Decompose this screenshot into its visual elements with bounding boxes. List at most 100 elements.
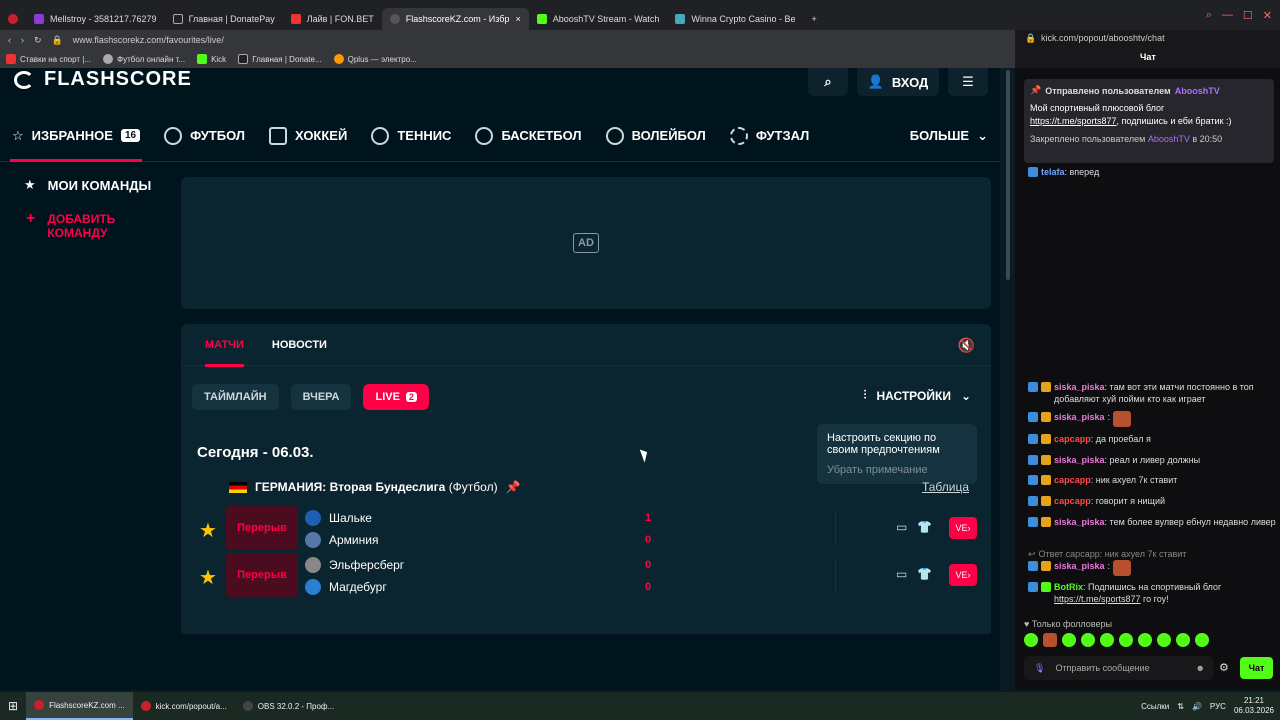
- close-icon[interactable]: ✕: [1263, 9, 1272, 22]
- filter-yesterday[interactable]: ВЧЕРА: [290, 384, 352, 410]
- emote-icon[interactable]: [1043, 633, 1057, 647]
- menu-button[interactable]: ☰: [948, 68, 988, 96]
- flashscore-logo[interactable]: FLASHSCORE: [14, 68, 192, 91]
- emote-icon[interactable]: [1062, 633, 1076, 647]
- browser-tabbar: Mellstroy - 3581217.76279 Главная | Dona…: [0, 0, 1280, 30]
- close-tab-icon[interactable]: ×: [515, 14, 520, 24]
- match-row[interactable]: ★ Перерыв Эльферсберг Магдебург 0 0 ▭ 👕 V…: [181, 553, 991, 599]
- nav-favorites[interactable]: ☆ ИЗБРАННОЕ 16: [0, 110, 152, 162]
- tab-mellstroy[interactable]: Mellstroy - 3581217.76279: [26, 8, 165, 30]
- page-scrollbar[interactable]: [1003, 68, 1013, 690]
- emoji-icon[interactable]: ☻: [1196, 663, 1213, 673]
- botrix-link[interactable]: https://t.me/sports877: [1054, 594, 1141, 604]
- start-button[interactable]: ⊞: [0, 692, 26, 720]
- pinned-link[interactable]: https://t.me/sports877: [1030, 116, 1117, 126]
- emote-icon[interactable]: [1195, 633, 1209, 647]
- search-button[interactable]: ⌕: [808, 68, 848, 96]
- home-team: Шальке: [305, 508, 372, 528]
- bookmark-fonbet[interactable]: Ставки на спорт |...: [6, 54, 91, 64]
- nav-tennis[interactable]: ТЕННИС: [359, 110, 463, 162]
- lineup-shirt-icon[interactable]: 👕: [917, 567, 932, 581]
- send-chat-button[interactable]: Чат: [1240, 657, 1273, 679]
- tab-matches[interactable]: МАТЧИ: [205, 324, 244, 367]
- standings-link[interactable]: Таблица: [922, 480, 969, 494]
- emote-icon[interactable]: [1138, 633, 1152, 647]
- emote-icon[interactable]: [1024, 633, 1038, 647]
- fonbet-icon: [6, 54, 16, 64]
- mute-sound-icon[interactable]: 🔇: [958, 337, 975, 354]
- emote-icon[interactable]: [1176, 633, 1190, 647]
- scrollbar-thumb[interactable]: [1006, 70, 1010, 280]
- taskbar-flashscore[interactable]: FlashscoreKZ.com ...: [26, 692, 133, 720]
- chat-input[interactable]: 🎙 Отправить сообщение ☻: [1024, 656, 1213, 680]
- qplus-icon: [333, 54, 344, 64]
- new-tab-button[interactable]: +: [803, 8, 824, 30]
- add-team-button[interactable]: + ДОБАВИТЬ КОМАНДУ: [0, 210, 175, 241]
- gear-icon[interactable]: ⚙: [1219, 661, 1229, 674]
- lineup-shirt-icon[interactable]: 👕: [917, 520, 932, 534]
- plus-icon: +: [26, 210, 36, 227]
- ad-banner[interactable]: AD: [181, 177, 991, 309]
- donatepay-icon: [172, 14, 183, 24]
- microphone-icon[interactable]: 🎙: [1034, 663, 1045, 674]
- tab-aboosh[interactable]: AbooshTV Stream - Watch: [529, 8, 668, 30]
- tv-icon[interactable]: ▭: [896, 567, 907, 581]
- home-team: Эльферсберг: [305, 555, 404, 575]
- emote-icon[interactable]: [1157, 633, 1171, 647]
- network-icon[interactable]: ⇅: [1177, 702, 1184, 711]
- favorite-star-icon[interactable]: ★: [199, 565, 217, 590]
- pin-icon[interactable]: 📌: [506, 480, 521, 494]
- favorite-star-icon[interactable]: ★: [199, 518, 217, 543]
- tab-fonbet[interactable]: Лайв | FON.BET: [283, 8, 382, 30]
- chat-message: siska_piska: реал и ливер должны: [1028, 454, 1276, 466]
- bookmark-football[interactable]: Футбол онлайн т...: [103, 54, 185, 64]
- minimize-icon[interactable]: —: [1222, 9, 1233, 22]
- emote-icon[interactable]: [1119, 633, 1133, 647]
- bookmark-kick[interactable]: Kick: [197, 54, 226, 64]
- settings-button[interactable]: ⫶ НАСТРОЙКИ ⌄: [863, 388, 971, 403]
- filter-timeline[interactable]: ТАЙМЛАЙН: [192, 384, 279, 410]
- browser-menu-button[interactable]: [0, 8, 26, 30]
- nav-hockey[interactable]: ХОККЕЙ: [257, 110, 359, 162]
- clock[interactable]: 21:21 06.03.2026: [1234, 696, 1274, 716]
- search-tabs-icon[interactable]: ⌕: [1206, 9, 1212, 22]
- tab-donatepay[interactable]: Главная | DonatePay: [165, 8, 283, 30]
- nav-basketball[interactable]: БАСКЕТБОЛ: [463, 110, 593, 162]
- league-header[interactable]: ГЕРМАНИЯ: Вторая Бундеслига (Футбол) 📌 Т…: [181, 474, 991, 500]
- language-indicator[interactable]: РУС: [1210, 702, 1226, 711]
- bookmark-qplus[interactable]: Qplus — электро...: [333, 54, 417, 64]
- bookmark-donatepay[interactable]: Главная | Donate...: [238, 54, 322, 64]
- nav-more[interactable]: БОЛЬШЕ ⌄: [898, 110, 1000, 162]
- back-icon[interactable]: ‹: [8, 35, 11, 45]
- crown-badge-icon: [1041, 382, 1051, 392]
- nav-futsal[interactable]: ФУТЗАЛ: [718, 110, 821, 162]
- maximize-icon[interactable]: ☐: [1243, 9, 1253, 22]
- magdeburg-crest-icon: [305, 579, 321, 595]
- bot-badge-icon: [1041, 582, 1051, 592]
- chat-url[interactable]: kick.com/popout/abooshtv/chat: [1041, 33, 1165, 43]
- volume-icon[interactable]: 🔊: [1192, 702, 1202, 711]
- links-toolbar[interactable]: Ссылки: [1141, 702, 1169, 711]
- tab-news[interactable]: НОВОСТИ: [272, 324, 327, 366]
- logo-icon: [14, 70, 34, 89]
- tv-icon[interactable]: ▭: [896, 520, 907, 534]
- live-button[interactable]: VE ›: [949, 517, 977, 539]
- taskbar-obs[interactable]: OBS 32.0.2 - Проф...: [235, 692, 342, 720]
- match-row[interactable]: ★ Перерыв Шальке Арминия 1 0 ▭ 👕 VE ›: [181, 506, 991, 552]
- nav-football[interactable]: ФУТБОЛ: [152, 110, 257, 162]
- reload-icon[interactable]: ↻: [34, 35, 42, 46]
- url-field[interactable]: www.flashscorekz.com/favourites/live/: [73, 35, 224, 45]
- emote-icon[interactable]: [1100, 633, 1114, 647]
- pinned-author[interactable]: AbooshTV: [1175, 86, 1220, 96]
- filter-live[interactable]: LIVE 2: [363, 384, 429, 410]
- nav-volleyball[interactable]: ВОЛЕЙБОЛ: [594, 110, 718, 162]
- filter-bar: ТАЙМЛАЙН ВЧЕРА LIVE 2: [192, 384, 429, 410]
- address-bar: ‹ › ↻ 🔒 www.flashscorekz.com/favourites/…: [0, 30, 1015, 50]
- login-button[interactable]: 👤 ВХОД: [857, 68, 939, 96]
- tab-winna[interactable]: Winna Crypto Casino - Be: [667, 8, 803, 30]
- taskbar-kick[interactable]: kick.com/popout/a...: [133, 692, 235, 720]
- forward-icon[interactable]: ›: [21, 35, 24, 45]
- emote-icon[interactable]: [1081, 633, 1095, 647]
- tab-flashscore[interactable]: FlashscoreKZ.com - Избр ×: [381, 8, 529, 30]
- live-button[interactable]: VE ›: [949, 564, 977, 586]
